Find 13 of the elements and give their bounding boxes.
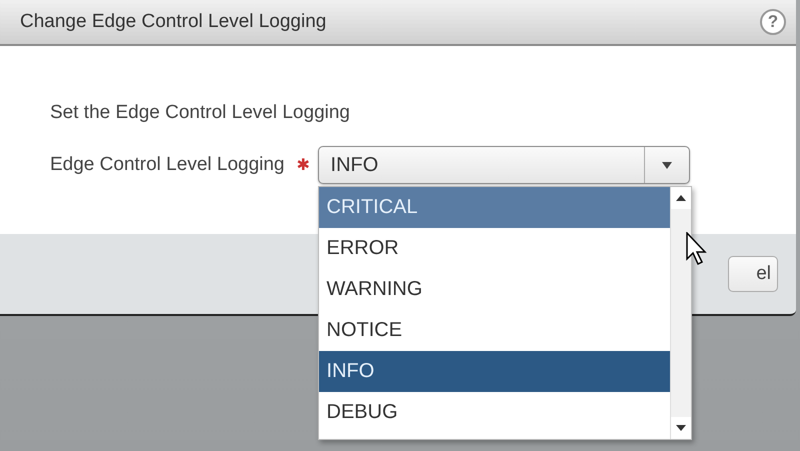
caret-icon — [662, 162, 672, 168]
level-dropdown[interactable]: INFO — [318, 146, 690, 184]
dropdown-option[interactable]: CRITICAL — [318, 187, 670, 228]
field-label: Edge Control Level Logging — [50, 154, 285, 176]
scroll-up-icon[interactable] — [676, 195, 686, 201]
scrollbar[interactable] — [670, 187, 691, 439]
dialog-title: Change Edge Control Level Logging — [20, 11, 326, 33]
cancel-button[interactable]: el — [728, 256, 778, 292]
required-mark: ✱ — [296, 156, 310, 175]
intro-text: Set the Edge Control Level Logging — [50, 102, 351, 124]
help-button[interactable]: ? — [760, 9, 786, 35]
dropdown-option[interactable]: INFO — [318, 351, 670, 392]
scroll-down-icon[interactable] — [676, 425, 686, 431]
